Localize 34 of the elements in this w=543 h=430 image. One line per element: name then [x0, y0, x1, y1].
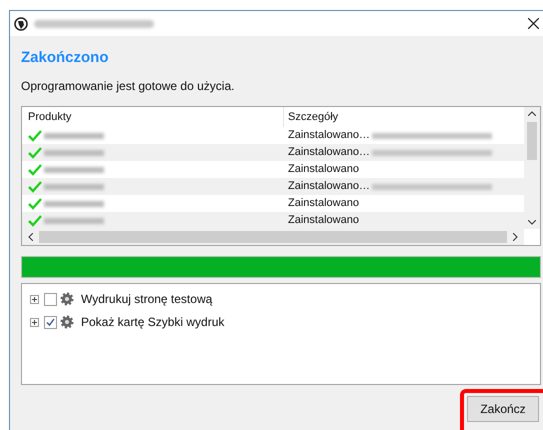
chevron-up-icon: [528, 111, 536, 116]
details-cell-text: Zainstalowano: [288, 162, 359, 178]
horizontal-scrollbar[interactable]: [22, 229, 524, 245]
gear-icon: [60, 292, 74, 306]
vertical-scrollbar[interactable]: [524, 107, 540, 229]
finish-button[interactable]: Zakończ: [467, 396, 539, 422]
redacted-product-name: [44, 218, 104, 224]
redacted-product-name: [44, 184, 104, 190]
redacted-product-name: [44, 200, 104, 206]
expand-icon[interactable]: [30, 294, 39, 304]
details-cell-text: Zainstalowano…: [288, 128, 370, 144]
globe-icon: [14, 16, 28, 30]
status-message: Oprogramowanie jest gotowe do użycia.: [21, 78, 236, 94]
column-header[interactable]: Szczegóły: [284, 107, 524, 127]
details-cell-text: Zainstalowano…: [288, 145, 370, 160]
chevron-right-icon: [513, 233, 518, 241]
gear-icon: [60, 315, 74, 329]
chevron-left-icon: [28, 233, 33, 241]
redacted-product-name: [44, 132, 104, 138]
scrollbar-thumb[interactable]: [39, 231, 507, 243]
expand-icon[interactable]: [30, 318, 39, 326]
details-cell-text: Zainstalowano…: [288, 179, 370, 194]
checkbox[interactable]: [44, 292, 57, 306]
checkbox[interactable]: [44, 316, 57, 328]
redacted-product-name: [44, 150, 104, 156]
close-icon: [528, 18, 538, 29]
scrollbar-thumb[interactable]: [527, 122, 537, 160]
details-cell-text: Zainstalowano: [288, 213, 359, 228]
chevron-down-icon: [528, 220, 536, 225]
redacted-product-name: [44, 166, 104, 172]
option-label: Wydrukuj stronę testową: [81, 291, 212, 308]
details-cell-text: Zainstalowano: [288, 196, 359, 212]
dialog-heading: Zakończono: [21, 48, 110, 68]
option-label: Pokaż kartę Szybki wydruk: [81, 314, 224, 331]
